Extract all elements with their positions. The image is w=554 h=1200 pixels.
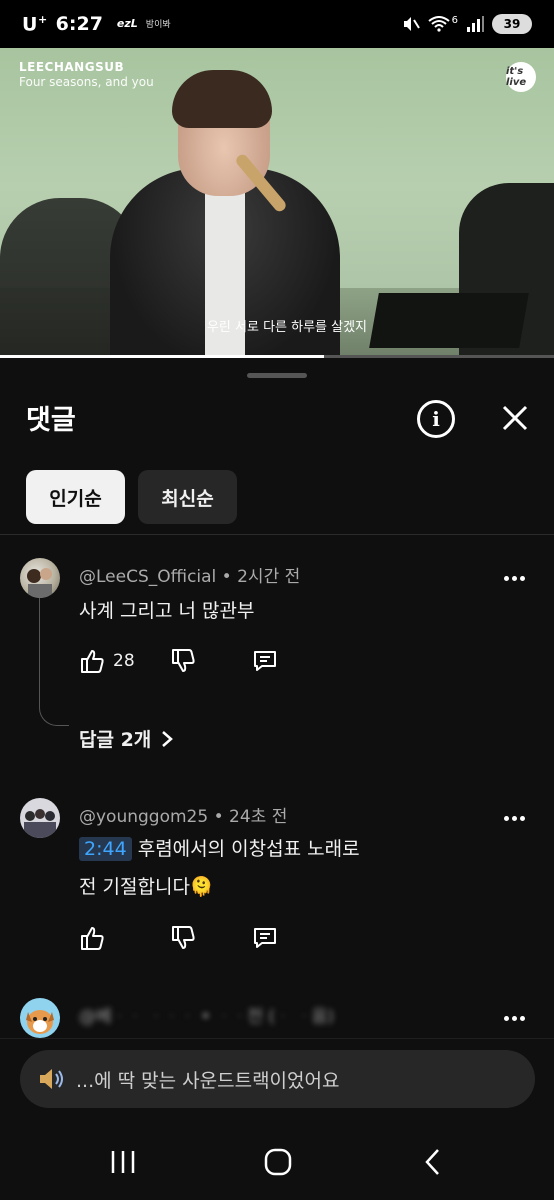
thread-line <box>39 598 69 726</box>
video-player[interactable]: LEECHANGSUB Four seasons, and you it's l… <box>0 48 554 358</box>
more-options-icon[interactable] <box>502 806 526 830</box>
video-subtitle: 우린 서로 다른 하루를 살겠지 <box>206 320 368 335</box>
thumbs-down-icon <box>172 649 195 672</box>
carrier-label: U+ <box>22 12 48 36</box>
video-title-overlay: LEECHANGSUB Four seasons, and you <box>19 60 154 89</box>
thumbs-up-icon <box>81 927 104 950</box>
battery-indicator: 39 <box>492 14 532 34</box>
channel-logo: it's live <box>506 62 536 92</box>
avatar[interactable] <box>20 998 60 1038</box>
home-icon[interactable] <box>258 1142 298 1182</box>
reply-button[interactable] <box>252 648 278 674</box>
recents-icon[interactable] <box>103 1142 143 1182</box>
clock: 6:27 <box>55 12 103 35</box>
comment-text-line2: 전 기절합니다🫠 <box>79 876 214 898</box>
comment-author[interactable]: @younggom25 • 24초 전 <box>79 802 287 827</box>
singer-hair <box>172 70 272 128</box>
video-artist: LEECHANGSUB <box>19 60 125 74</box>
like-button[interactable]: 28 <box>79 648 135 674</box>
comment-text: 사계 그리고 너 많관부 <box>79 600 255 622</box>
avatar[interactable] <box>20 798 60 838</box>
reply-button[interactable] <box>252 925 278 951</box>
sort-chip-newest[interactable]: 최신순 <box>138 470 237 524</box>
divider <box>0 534 554 535</box>
panel-title: 댓글 <box>26 405 76 436</box>
close-icon[interactable] <box>497 400 533 436</box>
back-icon[interactable] <box>413 1142 453 1182</box>
notification-app-label: 밤이봐 <box>145 20 171 31</box>
system-nav-bar <box>0 1120 554 1200</box>
video-song-title: Four seasons, and you <box>19 75 154 89</box>
thumbs-up-icon <box>81 650 104 673</box>
drag-handle[interactable] <box>247 373 307 378</box>
dislike-button[interactable] <box>170 648 196 674</box>
view-replies-button[interactable]: 답글 2개 <box>79 725 174 752</box>
notification-app-icon: ezL <box>116 17 138 31</box>
status-bar: U+ 6:27 ezL 밤이봐 6 39 <box>0 0 554 48</box>
timestamp-link[interactable]: 2:44 <box>79 837 132 861</box>
more-options-icon[interactable] <box>502 566 526 590</box>
comment-input[interactable]: ...에 딱 맞는 사운드트랙이었어요 <box>20 1050 535 1108</box>
info-icon[interactable]: i <box>417 400 455 438</box>
avatar[interactable] <box>20 558 60 598</box>
like-button[interactable] <box>79 925 105 951</box>
comment-author[interactable]: @베ᆞ​ᆞ ᆞᆞᆞ • ᆞᆞ전 (ᆞ ᆞ음) <box>79 1002 334 1027</box>
wifi-icon <box>428 16 450 32</box>
comment-text-line: 후렴에서의 이창섭표 노래로 <box>131 838 360 860</box>
signal-icon <box>467 16 484 32</box>
dislike-button[interactable] <box>170 925 196 951</box>
comment-author[interactable]: @LeeCS_Official • 2시간 전 <box>79 562 300 587</box>
more-options-icon[interactable] <box>502 1006 526 1030</box>
comment-input-placeholder: ...에 딱 맞는 사운드트랙이었어요 <box>76 1069 340 1092</box>
sort-chip-top[interactable]: 인기순 <box>26 470 125 524</box>
comment-text: 2:44 후렴에서의 이창섭표 노래로 <box>79 834 360 861</box>
thumbs-down-icon <box>172 926 195 949</box>
mute-icon <box>403 17 420 31</box>
replies-label: 답글 2개 <box>79 729 152 751</box>
like-count: 28 <box>113 651 135 671</box>
comments-panel: 댓글 i 인기순 최신순 @LeeCS_Official • 2시간 전 사계 … <box>0 358 554 1200</box>
reply-icon <box>254 928 276 948</box>
chevron-right-icon <box>162 730 174 747</box>
reply-icon <box>254 651 276 671</box>
network-type: 6 <box>451 14 458 26</box>
speaker-icon <box>40 1069 63 1089</box>
